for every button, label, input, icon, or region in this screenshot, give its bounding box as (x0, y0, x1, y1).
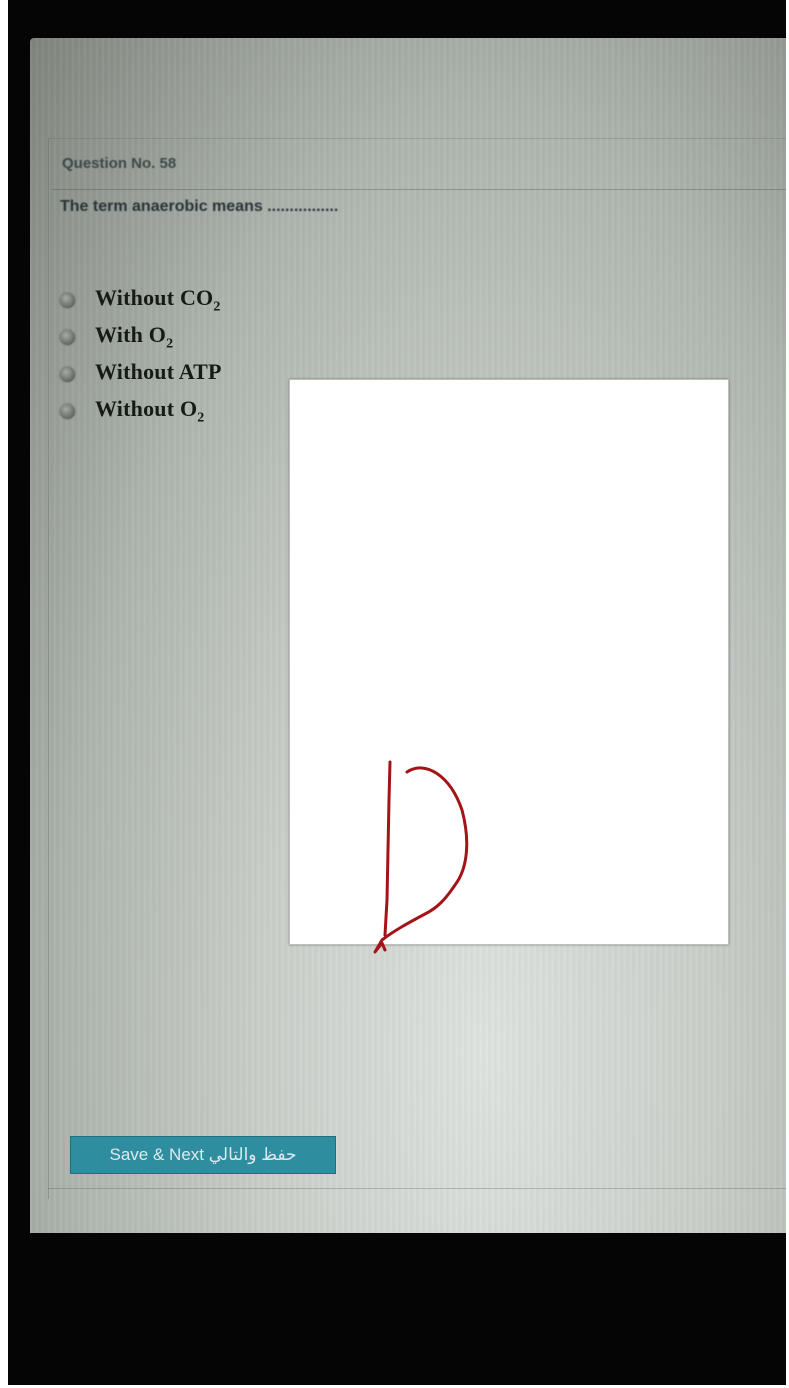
question-text: The term anaerobic means ...............… (60, 198, 339, 215)
option-a[interactable]: Without CO2 (60, 282, 222, 319)
photo-frame: Question No. 58 The term anaerobic means… (8, 0, 786, 1385)
answer-options: Without CO2 With O2 Without ATP Without … (60, 282, 222, 430)
radio-button[interactable] (60, 404, 75, 419)
option-label: Without CO2 (95, 285, 221, 315)
option-label: Without O2 (95, 396, 205, 426)
option-b[interactable]: With O2 (60, 319, 222, 356)
option-label: Without ATP (95, 359, 222, 385)
drawing-canvas[interactable] (289, 379, 729, 945)
option-label: With O2 (95, 322, 174, 352)
option-d[interactable]: Without O2 (60, 393, 222, 430)
radio-button[interactable] (60, 330, 75, 345)
question-header: Question No. 58 (52, 143, 786, 190)
radio-button[interactable] (60, 293, 75, 308)
radio-button[interactable] (60, 367, 75, 382)
question-number: Question No. 58 (62, 155, 177, 172)
divider (48, 1188, 786, 1189)
save-next-button[interactable]: Save & Next حفظ والتالي (70, 1136, 336, 1174)
option-c[interactable]: Without ATP (60, 356, 222, 393)
